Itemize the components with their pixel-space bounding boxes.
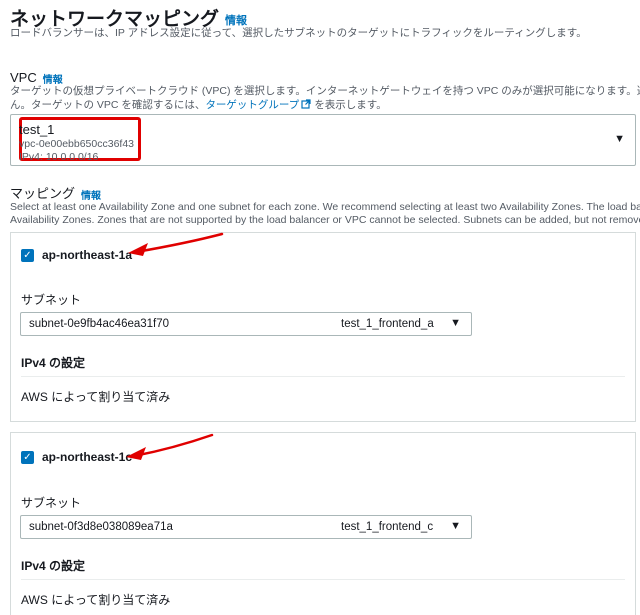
caret-down-icon[interactable]: ▼ [614, 133, 625, 145]
caret-down-icon[interactable]: ▼ [450, 520, 461, 532]
vpc-label-text: VPC [10, 70, 37, 85]
subnet-name-1a: test_1_frontend_a [341, 318, 434, 330]
vpc-description-2: ん。ターゲットの VPC を確認するには、ターゲットグループ を表示します。 [10, 98, 640, 113]
divider [21, 376, 625, 377]
subnet-select-1a[interactable]: subnet-0e9fb4ac46ea31f70 test_1_frontend… [20, 312, 472, 336]
vpc-select[interactable]: test_1 vpc-0e00ebb650cc36f43 IPv4: 10.0.… [10, 114, 636, 166]
caret-down-icon[interactable]: ▼ [450, 317, 461, 329]
subnet-name-1c: test_1_frontend_c [341, 521, 434, 533]
subnet-label-1c: サブネット [21, 496, 82, 510]
vpc-description-suffix: を表示します。 [314, 99, 387, 111]
vpc-description-1: ターゲットの仮想プライベートクラウド (VPC) を選択します。インターネットゲ… [10, 85, 640, 97]
checkbox-1a[interactable]: ✓ [21, 248, 34, 262]
zone-name-1c: ap-northeast-1c [42, 450, 133, 464]
vpc-selected-cidr: IPv4: 10.0.0.0/16 [19, 151, 99, 163]
external-link-icon [301, 99, 311, 113]
subnet-select-1c[interactable]: subnet-0f3d8e038089ea71a test_1_frontend… [20, 515, 472, 539]
ipv4-title-1c: IPv4 の設定 [21, 559, 86, 573]
divider [21, 579, 625, 580]
mapping-description-2: Availability Zones. Zones that are not s… [10, 214, 640, 226]
subnet-id-1a: subnet-0e9fb4ac46ea31f70 [29, 318, 170, 330]
ipv4-value-1a: AWS によって割り当て済み [21, 390, 171, 404]
section-description: ロードバランサーは、IP アドレス設定に従って、選択したサブネットのターゲットに… [10, 27, 587, 39]
checkbox-1c[interactable]: ✓ [21, 450, 34, 464]
mapping-description-1: Select at least one Availability Zone an… [10, 201, 640, 213]
vpc-description-prefix: ん。ターゲットの VPC を確認するには、 [10, 99, 206, 111]
mapping-label-text: マッピング [10, 186, 76, 201]
subnet-label-1a: サブネット [21, 293, 82, 307]
subnet-id-1c: subnet-0f3d8e038089ea71a [29, 521, 173, 533]
zone-panel-1a: ✓ ap-northeast-1a サブネット subnet-0e9fb4ac4… [10, 232, 636, 422]
zone-checkbox-row-1c[interactable]: ✓ ap-northeast-1c [21, 450, 132, 464]
ipv4-title-1a: IPv4 の設定 [21, 356, 86, 370]
target-group-link[interactable]: ターゲットグループ [205, 99, 299, 111]
vpc-selected-id: vpc-0e00ebb650cc36f43 [19, 138, 135, 150]
ipv4-value-1c: AWS によって割り当て済み [21, 593, 171, 607]
vpc-selected-name: test_1 [19, 122, 55, 137]
zone-name-1a: ap-northeast-1a [42, 248, 133, 262]
zone-checkbox-row-1a[interactable]: ✓ ap-northeast-1a [21, 248, 132, 262]
zone-panel-1c: ✓ ap-northeast-1c サブネット subnet-0f3d8e038… [10, 432, 636, 615]
